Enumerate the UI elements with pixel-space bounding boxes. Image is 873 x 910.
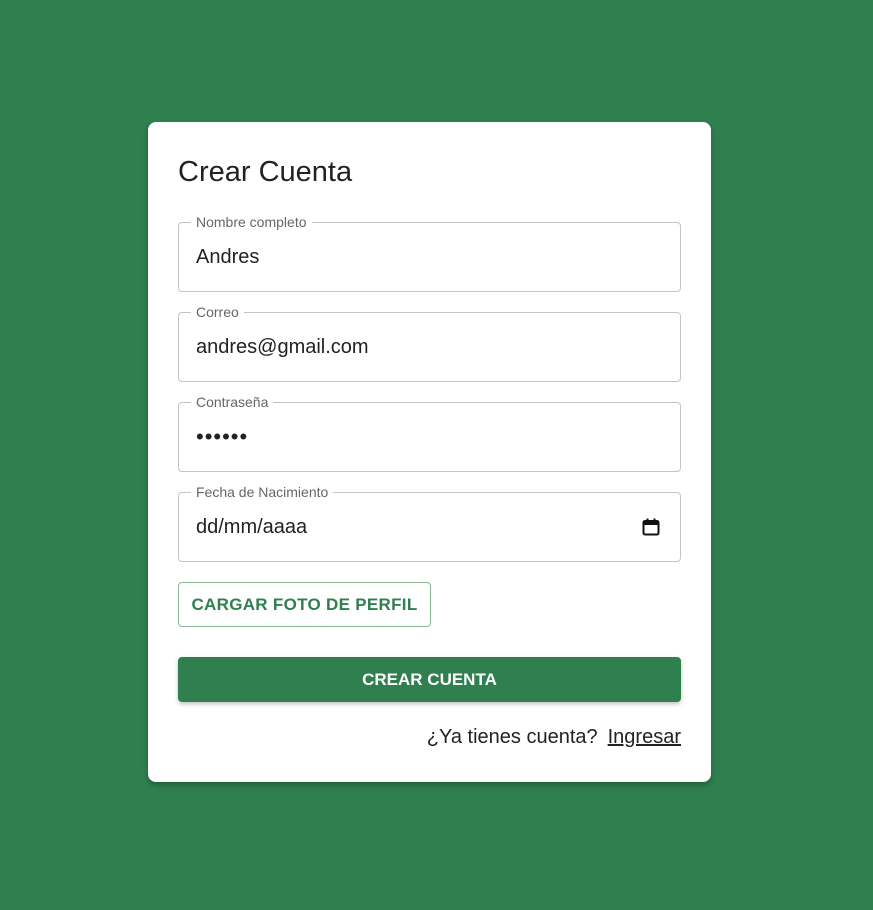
birthdate-input[interactable]: dd/mm/aaaa: [179, 493, 680, 561]
login-link[interactable]: Ingresar: [608, 726, 681, 748]
email-input[interactable]: andres@gmail.com: [179, 313, 680, 381]
login-prompt-text: ¿Ya tienes cuenta?: [426, 726, 598, 748]
birthdate-field[interactable]: Fecha de Nacimiento dd/mm/aaaa: [178, 484, 681, 562]
password-input[interactable]: ••••••: [179, 403, 680, 471]
name-input[interactable]: Andres: [179, 223, 680, 291]
email-field[interactable]: Correo andres@gmail.com: [178, 304, 681, 382]
name-field[interactable]: Nombre completo Andres: [178, 214, 681, 292]
register-card: Crear Cuenta Nombre completo Andres Corr…: [148, 122, 711, 782]
calendar-icon[interactable]: [642, 518, 660, 536]
password-field[interactable]: Contraseña ••••••: [178, 394, 681, 472]
login-prompt: ¿Ya tienes cuenta? Ingresar: [427, 724, 681, 750]
page-title: Crear Cuenta: [178, 156, 353, 188]
upload-profile-photo-button[interactable]: CARGAR FOTO DE PERFIL: [178, 582, 431, 627]
create-account-button[interactable]: CREAR CUENTA: [178, 657, 681, 702]
